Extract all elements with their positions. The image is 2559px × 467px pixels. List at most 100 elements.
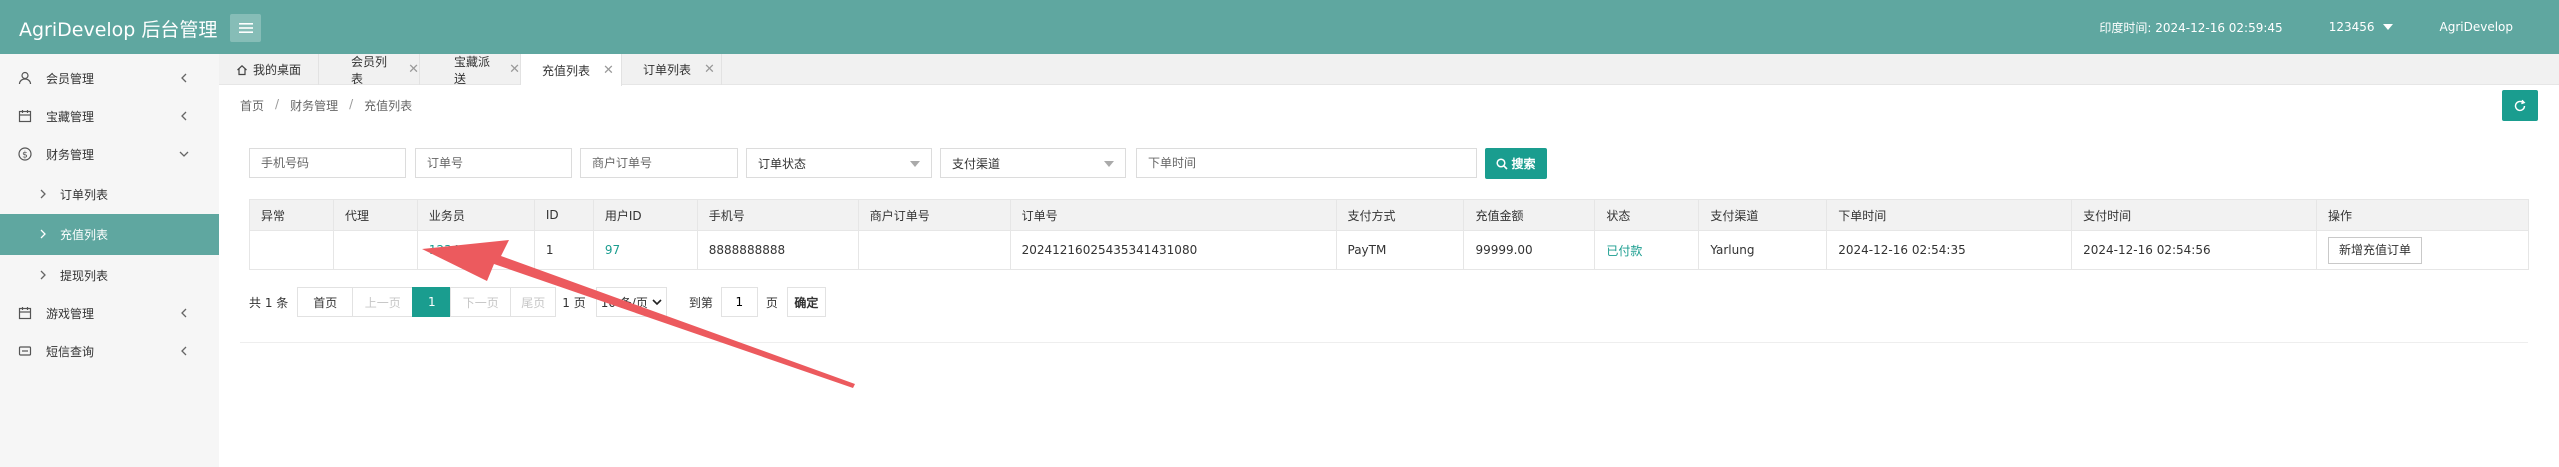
goto-page-input[interactable] <box>720 287 758 317</box>
column-header: 支付方式 <box>1335 199 1465 231</box>
prev-page-button[interactable]: 上一页 <box>352 287 414 317</box>
tab-desktop[interactable]: 我的桌面 <box>219 54 319 85</box>
cell-pay-time: 2024-12-16 02:54:56 <box>2071 230 2318 270</box>
tab-orders[interactable]: 订单列表 ✕ <box>622 54 722 85</box>
cell-order-time: 2024-12-16 02:54:35 <box>1826 230 2073 270</box>
sidebar-item-orders[interactable]: 订单列表 <box>0 174 219 215</box>
breadcrumb-separator: / <box>275 97 280 111</box>
sidebar: 会员管理 宝藏管理 $ 财务管理 订单列表 充值列表 提现列表 游戏管理 短信查… <box>0 54 219 467</box>
column-header: 状态 <box>1594 199 1700 231</box>
page-size-select[interactable]: 10 条/页 <box>595 287 667 317</box>
cell-salesman: 123456 <box>416 230 535 270</box>
cell-abnormal <box>249 230 334 270</box>
hamburger-icon <box>238 23 253 33</box>
add-recharge-order-button[interactable]: 新增充值订单 <box>2328 236 2423 264</box>
order-time-input[interactable] <box>1136 148 1477 178</box>
goto-prefix: 到第 <box>688 295 713 310</box>
svg-text:$: $ <box>22 150 28 160</box>
column-header: 业务员 <box>416 199 535 231</box>
page-1-button[interactable]: 1 <box>412 287 452 317</box>
username[interactable]: AgriDevelop <box>2440 20 2514 34</box>
merchant-order-input[interactable] <box>580 148 738 178</box>
sidebar-item-finance[interactable]: $ 财务管理 <box>0 134 219 175</box>
sidebar-item-label: 充值列表 <box>60 228 109 242</box>
goto-suffix: 页 <box>765 295 778 310</box>
cell-action: 新增充值订单 <box>2316 230 2529 270</box>
tab-label: 订单列表 <box>643 63 692 77</box>
menu-toggle-button[interactable] <box>230 14 261 42</box>
close-icon[interactable]: ✕ <box>408 62 419 77</box>
tab-label: 会员列表 <box>351 54 388 86</box>
user-dropdown[interactable]: 123456 <box>2329 20 2393 34</box>
tab-bar: 我的桌面 会员列表 ✕ 宝藏派送 ✕ 充值列表 ✕ 订单列表 ✕ <box>219 54 2559 86</box>
refresh-button[interactable] <box>2502 90 2538 121</box>
close-icon[interactable]: ✕ <box>704 62 715 77</box>
pay-channel-select[interactable]: 支付渠道 <box>940 148 1126 178</box>
content-divider <box>240 342 2528 343</box>
recharge-table: 异常 代理 业务员 ID 用户ID 手机号 商户订单号 订单号 支付方式 充值金… <box>249 199 2529 270</box>
cell-agent <box>332 230 418 270</box>
chevron-right-icon <box>40 229 46 239</box>
dropdown-arrow-icon <box>910 161 920 167</box>
chevron-left-icon <box>181 111 187 121</box>
chevron-left-icon <box>181 73 187 83</box>
page-count: 1 页 <box>562 295 586 310</box>
column-header: 代理 <box>332 199 418 231</box>
breadcrumb-current: 充值列表 <box>364 99 413 113</box>
sidebar-item-label: 提现列表 <box>60 269 109 283</box>
select-value: 支付渠道 <box>952 156 1001 171</box>
cell-amount: 99999.00 <box>1463 230 1596 270</box>
salesman-link[interactable]: 123456 <box>429 243 475 257</box>
cell-phone: 8888888888 <box>696 230 859 270</box>
confirm-button[interactable]: 确定 <box>786 287 826 317</box>
sidebar-item-label: 会员管理 <box>46 72 95 86</box>
phone-input[interactable] <box>249 148 406 178</box>
sidebar-item-treasure[interactable]: 宝藏管理 <box>0 96 219 137</box>
sidebar-item-recharge[interactable]: 充值列表 <box>0 214 219 255</box>
select-value: 订单状态 <box>758 156 807 171</box>
last-page-button[interactable]: 尾页 <box>510 287 557 317</box>
cell-channel: Yarlung <box>1698 230 1828 270</box>
chevron-down-icon <box>179 151 189 157</box>
calendar-icon <box>18 110 32 123</box>
breadcrumb-home[interactable]: 首页 <box>240 97 264 114</box>
top-header: AgriDevelop 后台管理 印度时间: 2024-12-16 02:59:… <box>0 0 2559 54</box>
pagination: 共 1 条 首页 上一页 1 下一页 尾页 1 页 10 条/页 到第 页 确定 <box>249 287 826 317</box>
tab-label: 充值列表 <box>542 63 591 78</box>
tab-recharge-list[interactable]: 充值列表 ✕ <box>521 54 622 86</box>
table-header-row: 异常 代理 业务员 ID 用户ID 手机号 商户订单号 订单号 支付方式 充值金… <box>249 199 2529 231</box>
dropdown-arrow-icon <box>1104 161 1114 167</box>
order-number-input[interactable] <box>415 148 572 178</box>
sidebar-item-withdraw[interactable]: 提现列表 <box>0 255 219 296</box>
sidebar-item-label: 短信查询 <box>46 345 95 359</box>
close-icon[interactable]: ✕ <box>603 63 614 78</box>
cell-order-number: 20241216025435341431080 <box>1009 230 1337 270</box>
first-page-button[interactable]: 首页 <box>297 287 354 317</box>
search-button[interactable]: 搜索 <box>1485 148 1547 179</box>
sidebar-item-sms[interactable]: 短信查询 <box>0 331 219 372</box>
page-size-value: 10 条/页 <box>600 295 648 310</box>
close-icon[interactable]: ✕ <box>509 62 520 77</box>
message-icon <box>18 346 32 356</box>
cell-user-id: 97 <box>592 230 698 270</box>
tab-members[interactable]: 会员列表 ✕ <box>319 54 420 86</box>
breadcrumb-separator: / <box>349 97 354 111</box>
cell-status: 已付款 <box>1594 230 1700 270</box>
chevron-left-icon <box>181 308 187 318</box>
column-header: 订单号 <box>1009 199 1337 231</box>
sidebar-item-members[interactable]: 会员管理 <box>0 58 219 99</box>
search-icon <box>1496 157 1509 170</box>
order-status-select[interactable]: 订单状态 <box>746 148 932 178</box>
search-label: 搜索 <box>1511 157 1536 171</box>
tab-label: 宝藏派送 <box>454 54 491 86</box>
cell-pay-method: PayTM <box>1335 230 1465 270</box>
column-header: ID <box>533 199 594 231</box>
total-count: 共 1 条 <box>249 295 289 310</box>
sidebar-item-games[interactable]: 游戏管理 <box>0 293 219 334</box>
status-badge: 已付款 <box>1606 243 1643 258</box>
chevron-left-icon <box>181 346 187 356</box>
next-page-button[interactable]: 下一页 <box>450 287 512 317</box>
tab-treasure-dispatch[interactable]: 宝藏派送 ✕ <box>420 54 521 86</box>
user-id-link[interactable]: 97 <box>605 243 620 257</box>
breadcrumb-section[interactable]: 财务管理 <box>290 97 338 114</box>
